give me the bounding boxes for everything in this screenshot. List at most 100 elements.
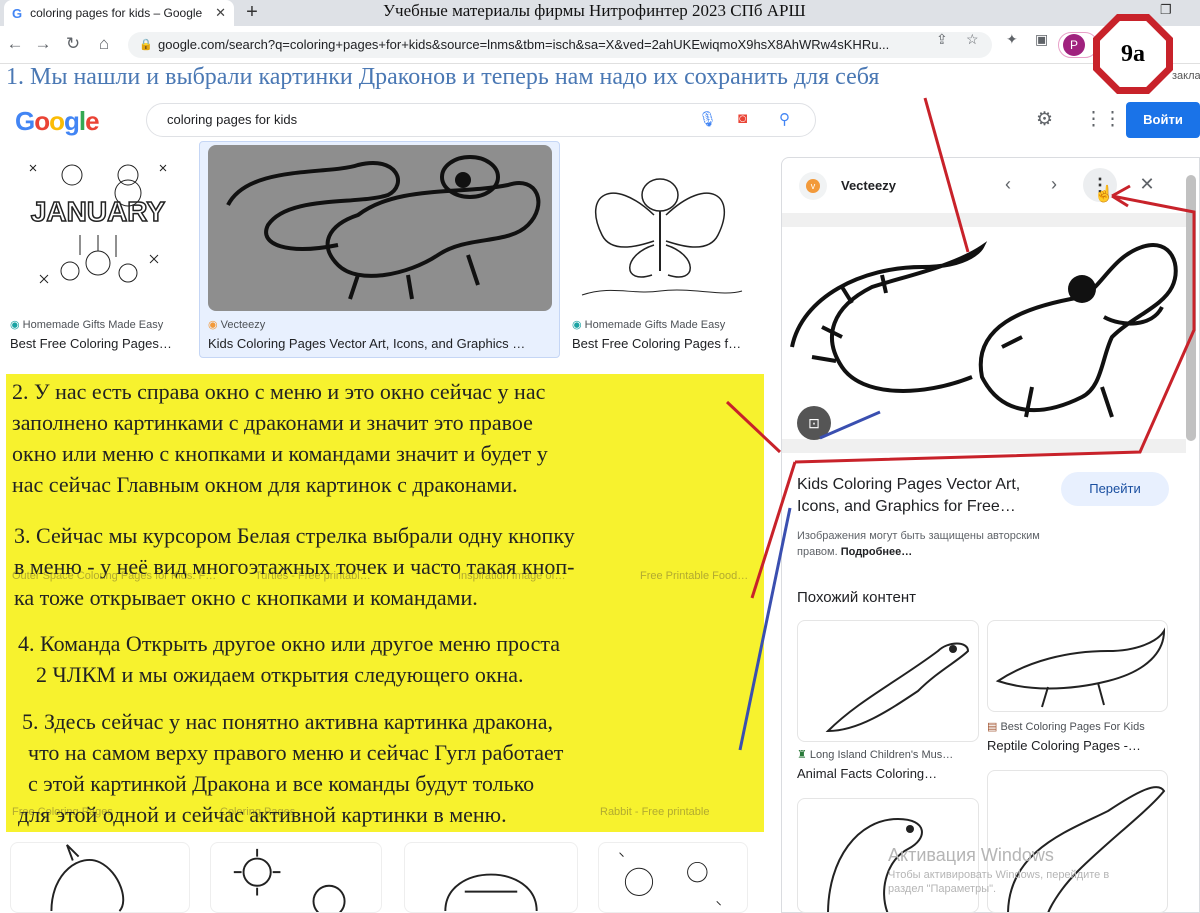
browser-toolbar: ← → ↻ ⌂ 🔒 google.com/search?q=coloring+p…	[0, 26, 1200, 64]
tab-strip: G coloring pages for kids – Google ✕ + У…	[0, 0, 1200, 26]
side-panel-icon[interactable]: ▣	[1035, 31, 1048, 48]
annotation-step-1: 1. Мы нашли и выбрали картинки Драконов …	[6, 64, 880, 90]
lens-camera-icon[interactable]: ◙	[738, 110, 747, 127]
result-source-label: Vecteezy	[220, 319, 266, 331]
similar-source-label: Best Coloring Pages For Kids	[1000, 721, 1145, 733]
annotation-step-5-line: для этой одной и сейчас активной картинк…	[18, 802, 507, 827]
annotation-step-4-line: 2 ЧЛКМ и мы ожидаем открытия следующего …	[36, 662, 524, 687]
site-favicon-icon: ◉	[10, 319, 23, 331]
apps-grid-icon[interactable]: ⋮⋮	[1084, 108, 1122, 131]
logo-letter: e	[85, 106, 100, 136]
vecteezy-favicon-icon: v	[806, 179, 820, 193]
tab-title: coloring pages for kids – Google	[30, 6, 203, 20]
lock-icon: 🔒	[139, 39, 153, 51]
site-favicon-icon: ♜	[797, 749, 810, 761]
annotation-step-2-line: нас сейчас Главным окном для картинок с …	[12, 472, 518, 497]
logo-letter: g	[64, 106, 80, 136]
address-url: google.com/search?q=coloring+pages+for+k…	[158, 37, 890, 52]
site-favicon-icon: ▤	[987, 721, 1001, 733]
similar-source: ♜ Long Island Children's Mus…	[797, 748, 953, 761]
logo-letter: o	[49, 106, 65, 136]
annotation-step-2-line: 2. У нас есть справа окно с меню и это о…	[12, 379, 546, 404]
windows-activation-hint: Чтобы активировать Windows, перейдите в …	[888, 868, 1109, 896]
copyright-notice: Изображения могут быть защищены авторски…	[797, 528, 1040, 560]
close-preview-icon[interactable]: ✕	[1136, 174, 1158, 195]
copyright-line-2: правом.	[797, 546, 838, 558]
similar-content-heading: Похожий контент	[797, 589, 916, 606]
preview-title-line: Icons, and Graphics for Free…	[797, 498, 1016, 515]
back-arrow-icon[interactable]: ←	[4, 34, 26, 54]
similar-image-gecko[interactable]	[797, 620, 979, 742]
result-title[interactable]: Kids Coloring Pages Vector Art, Icons, a…	[208, 336, 552, 351]
faint-result-caption: Free Printable Food…	[640, 570, 749, 582]
next-chevron-icon[interactable]: ›	[1043, 174, 1065, 195]
forward-arrow-icon[interactable]: →	[32, 34, 54, 54]
voice-search-mic-icon[interactable]: 🎙	[698, 110, 717, 128]
result-source: ◉ Vecteezy	[208, 318, 265, 331]
similar-title[interactable]: Reptile Coloring Pages -…	[987, 738, 1141, 753]
document-overlay-title: Учебные материалы фирмы Нитрофинтер 2023…	[383, 1, 806, 20]
share-icon[interactable]: ⇪	[936, 31, 948, 48]
result-source-label: Homemade Gifts Made Easy	[584, 319, 726, 331]
search-icon[interactable]: ⚲	[779, 110, 790, 128]
annotation-step-2-line: окно или меню с кнопками и командами зна…	[12, 441, 548, 466]
home-icon[interactable]: ⌂	[93, 34, 115, 54]
copyright-line-1: Изображения могут быть защищены авторски…	[797, 530, 1040, 542]
lizard-coloring-thumbnail[interactable]	[208, 145, 552, 311]
preview-title-line: Kids Coloring Pages Vector Art,	[797, 476, 1021, 493]
bookmark-star-icon[interactable]: ☆	[966, 31, 979, 48]
browser-tab[interactable]: G coloring pages for kids – Google ✕	[4, 0, 234, 26]
similar-title[interactable]: Animal Facts Coloring…	[797, 766, 937, 781]
january-coloring-thumbnail[interactable]: JANUARY	[10, 145, 186, 311]
space-coloring-thumbnail[interactable]	[598, 842, 748, 913]
visit-button[interactable]: Перейти	[1061, 472, 1169, 506]
windows-activation-watermark: Активация Windows	[888, 845, 1054, 865]
step-badge: 9a	[1100, 21, 1166, 87]
result-source: ◉ Homemade Gifts Made Easy	[572, 318, 725, 331]
annotation-step-4-line: 4. Команда Открыть другое окно или друго…	[18, 631, 560, 656]
logo-letter: G	[15, 106, 35, 136]
vecteezy-favicon-icon: ◉	[208, 319, 221, 331]
reload-icon[interactable]: ↻	[62, 34, 84, 54]
butterfly-coloring-thumbnail[interactable]	[572, 145, 748, 311]
unicorn-coloring-thumbnail[interactable]	[10, 842, 190, 913]
sign-in-button[interactable]: Войти	[1126, 102, 1200, 138]
preview-image-lizard[interactable]	[782, 227, 1186, 439]
close-tab-icon[interactable]: ✕	[215, 5, 226, 21]
visual-search-lens-icon[interactable]: ⊡	[797, 406, 831, 440]
sun-coloring-thumbnail[interactable]	[210, 842, 382, 913]
activation-hint-line-2: раздел "Параметры".	[888, 883, 997, 895]
panel-scrollbar[interactable]	[1186, 175, 1196, 441]
easter-basket-coloring-thumbnail[interactable]	[404, 842, 578, 913]
annotation-step-5-line: с этой картинкой Дракона и все команды б…	[28, 771, 535, 796]
similar-source: ▤ Best Coloring Pages For Kids	[987, 720, 1145, 733]
annotation-step-2-line: заполнено картинками с драконами и значи…	[12, 410, 533, 435]
annotation-step-5-line: 5. Здесь сейчас у нас понятно активна ка…	[22, 709, 553, 734]
site-favicon-icon: ◉	[572, 319, 585, 331]
google-favicon-icon: G	[12, 5, 23, 21]
address-bar[interactable]: 🔒 google.com/search?q=coloring+pages+for…	[128, 32, 992, 58]
annotation-step-5-line: что на самом верху правого меню и сейчас…	[28, 740, 564, 765]
annotation-step-3-line: в меню - у неё вид многоэтажных точек и …	[14, 554, 575, 579]
restore-window-icon[interactable]: ❐	[1160, 2, 1172, 18]
cut-off-label: закла	[1172, 70, 1200, 82]
activation-hint-line-1: Чтобы активировать Windows, перейдите в	[888, 869, 1110, 881]
svg-text:JANUARY: JANUARY	[31, 196, 166, 227]
result-source: ◉ Homemade Gifts Made Easy	[10, 318, 163, 331]
extensions-puzzle-icon[interactable]: ✦	[1006, 31, 1018, 48]
logo-letter: o	[34, 106, 50, 136]
similar-source-label: Long Island Children's Mus…	[809, 749, 954, 761]
result-title[interactable]: Best Free Coloring Pages…	[10, 336, 190, 351]
profile-avatar[interactable]: P	[1063, 34, 1085, 56]
new-tab-button[interactable]: +	[240, 2, 264, 24]
learn-more-link[interactable]: Подробнее…	[841, 546, 913, 558]
annotation-step-3-line: 3. Сейчас мы курсором Белая стрелка выбр…	[14, 523, 575, 548]
preview-source[interactable]: Vecteezy	[841, 178, 896, 193]
hand-cursor-icon: ☝	[1094, 186, 1114, 203]
preview-title[interactable]: Kids Coloring Pages Vector Art, Icons, a…	[797, 474, 1057, 518]
google-logo[interactable]: Google	[15, 106, 100, 137]
result-title[interactable]: Best Free Coloring Pages f…	[572, 336, 750, 351]
previous-chevron-icon[interactable]: ‹	[997, 174, 1019, 195]
similar-image-crocodile[interactable]	[987, 620, 1168, 712]
settings-gear-icon[interactable]: ⚙	[1036, 108, 1053, 131]
